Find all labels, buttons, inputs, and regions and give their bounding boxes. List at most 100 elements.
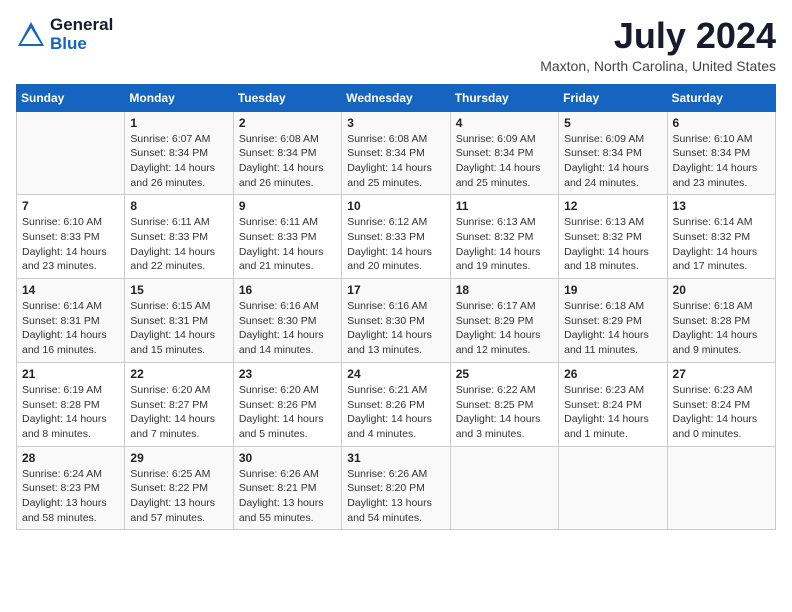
day-number: 30 — [239, 451, 336, 465]
day-info: Sunrise: 6:18 AM Sunset: 8:29 PM Dayligh… — [564, 299, 661, 358]
day-info: Sunrise: 6:23 AM Sunset: 8:24 PM Dayligh… — [564, 383, 661, 442]
calendar-cell: 29 Sunrise: 6:25 AM Sunset: 8:22 PM Dayli… — [125, 446, 233, 530]
day-number: 17 — [347, 283, 444, 297]
day-number: 10 — [347, 199, 444, 213]
calendar-cell: 12 Sunrise: 6:13 AM Sunset: 8:32 PM Dayli… — [559, 195, 667, 279]
day-number: 12 — [564, 199, 661, 213]
day-number: 28 — [22, 451, 119, 465]
calendar-cell: 23 Sunrise: 6:20 AM Sunset: 8:26 PM Dayli… — [233, 362, 341, 446]
day-info: Sunrise: 6:16 AM Sunset: 8:30 PM Dayligh… — [347, 299, 444, 358]
calendar-cell: 25 Sunrise: 6:22 AM Sunset: 8:25 PM Dayli… — [450, 362, 558, 446]
day-info: Sunrise: 6:26 AM Sunset: 8:20 PM Dayligh… — [347, 467, 444, 526]
calendar-cell: 22 Sunrise: 6:20 AM Sunset: 8:27 PM Dayli… — [125, 362, 233, 446]
calendar-cell: 26 Sunrise: 6:23 AM Sunset: 8:24 PM Dayli… — [559, 362, 667, 446]
day-number: 20 — [673, 283, 770, 297]
day-info: Sunrise: 6:16 AM Sunset: 8:30 PM Dayligh… — [239, 299, 336, 358]
logo: General Blue — [16, 16, 113, 53]
day-number: 13 — [673, 199, 770, 213]
day-number: 31 — [347, 451, 444, 465]
day-info: Sunrise: 6:24 AM Sunset: 8:23 PM Dayligh… — [22, 467, 119, 526]
calendar-cell: 31 Sunrise: 6:26 AM Sunset: 8:20 PM Dayli… — [342, 446, 450, 530]
day-number: 19 — [564, 283, 661, 297]
month-year-title: July 2024 — [540, 16, 776, 56]
day-info: Sunrise: 6:13 AM Sunset: 8:32 PM Dayligh… — [456, 215, 553, 274]
calendar-cell: 7 Sunrise: 6:10 AM Sunset: 8:33 PM Daylig… — [17, 195, 125, 279]
day-info: Sunrise: 6:20 AM Sunset: 8:26 PM Dayligh… — [239, 383, 336, 442]
day-number: 8 — [130, 199, 227, 213]
calendar-cell: 30Sunrise: 6:26 AM Sunset: 8:21 PM Dayli… — [233, 446, 341, 530]
calendar-week-row: 7 Sunrise: 6:10 AM Sunset: 8:33 PM Daylig… — [17, 195, 776, 279]
calendar-week-row: 1Sunrise: 6:07 AM Sunset: 8:34 PM Daylig… — [17, 111, 776, 195]
calendar-cell: 19 Sunrise: 6:18 AM Sunset: 8:29 PM Dayli… — [559, 279, 667, 363]
day-info: Sunrise: 6:10 AM Sunset: 8:34 PM Dayligh… — [673, 132, 770, 191]
calendar-cell: 8Sunrise: 6:11 AM Sunset: 8:33 PM Daylig… — [125, 195, 233, 279]
day-info: Sunrise: 6:19 AM Sunset: 8:28 PM Dayligh… — [22, 383, 119, 442]
calendar-cell: 4Sunrise: 6:09 AM Sunset: 8:34 PM Daylig… — [450, 111, 558, 195]
day-info: Sunrise: 6:09 AM Sunset: 8:34 PM Dayligh… — [564, 132, 661, 191]
calendar-cell: 20 Sunrise: 6:18 AM Sunset: 8:28 PM Dayli… — [667, 279, 775, 363]
logo-icon — [16, 20, 46, 50]
calendar-cell: 3Sunrise: 6:08 AM Sunset: 8:34 PM Daylig… — [342, 111, 450, 195]
day-info: Sunrise: 6:21 AM Sunset: 8:26 PM Dayligh… — [347, 383, 444, 442]
day-number: 1 — [130, 116, 227, 130]
day-info: Sunrise: 6:25 AM Sunset: 8:22 PM Dayligh… — [130, 467, 227, 526]
day-number: 2 — [239, 116, 336, 130]
calendar-cell — [667, 446, 775, 530]
calendar-week-row: 21 Sunrise: 6:19 AM Sunset: 8:28 PM Dayli… — [17, 362, 776, 446]
calendar-cell: 24 Sunrise: 6:21 AM Sunset: 8:26 PM Dayli… — [342, 362, 450, 446]
day-number: 21 — [22, 367, 119, 381]
calendar-cell: 17 Sunrise: 6:16 AM Sunset: 8:30 PM Dayli… — [342, 279, 450, 363]
day-number: 29 — [130, 451, 227, 465]
day-info: Sunrise: 6:10 AM Sunset: 8:33 PM Dayligh… — [22, 215, 119, 274]
day-number: 6 — [673, 116, 770, 130]
day-number: 14 — [22, 283, 119, 297]
day-number: 18 — [456, 283, 553, 297]
calendar-cell: 13 Sunrise: 6:14 AM Sunset: 8:32 PM Dayli… — [667, 195, 775, 279]
calendar-day-header: Thursday — [450, 84, 558, 111]
calendar-day-header: Monday — [125, 84, 233, 111]
day-number: 26 — [564, 367, 661, 381]
day-number: 3 — [347, 116, 444, 130]
day-info: Sunrise: 6:08 AM Sunset: 8:34 PM Dayligh… — [239, 132, 336, 191]
location-subtitle: Maxton, North Carolina, United States — [540, 58, 776, 74]
day-number: 7 — [22, 199, 119, 213]
day-info: Sunrise: 6:17 AM Sunset: 8:29 PM Dayligh… — [456, 299, 553, 358]
calendar-day-header: Saturday — [667, 84, 775, 111]
day-number: 5 — [564, 116, 661, 130]
calendar-cell: 10Sunrise: 6:12 AM Sunset: 8:33 PM Dayli… — [342, 195, 450, 279]
calendar-cell — [17, 111, 125, 195]
calendar-cell: 28 Sunrise: 6:24 AM Sunset: 8:23 PM Dayli… — [17, 446, 125, 530]
title-area: July 2024 Maxton, North Carolina, United… — [540, 16, 776, 74]
calendar-cell — [559, 446, 667, 530]
calendar-cell — [450, 446, 558, 530]
header: General Blue July 2024 Maxton, North Car… — [16, 16, 776, 74]
day-info: Sunrise: 6:11 AM Sunset: 8:33 PM Dayligh… — [239, 215, 336, 274]
day-number: 27 — [673, 367, 770, 381]
day-number: 22 — [130, 367, 227, 381]
day-number: 23 — [239, 367, 336, 381]
day-info: Sunrise: 6:22 AM Sunset: 8:25 PM Dayligh… — [456, 383, 553, 442]
day-number: 25 — [456, 367, 553, 381]
calendar-cell: 14Sunrise: 6:14 AM Sunset: 8:31 PM Dayli… — [17, 279, 125, 363]
logo-general-text: General — [50, 16, 113, 35]
calendar-cell: 16 Sunrise: 6:16 AM Sunset: 8:30 PM Dayli… — [233, 279, 341, 363]
calendar-cell: 9Sunrise: 6:11 AM Sunset: 8:33 PM Daylig… — [233, 195, 341, 279]
calendar-cell: 11 Sunrise: 6:13 AM Sunset: 8:32 PM Dayli… — [450, 195, 558, 279]
calendar-header: SundayMondayTuesdayWednesdayThursdayFrid… — [17, 84, 776, 111]
calendar-body: 1Sunrise: 6:07 AM Sunset: 8:34 PM Daylig… — [17, 111, 776, 530]
day-info: Sunrise: 6:18 AM Sunset: 8:28 PM Dayligh… — [673, 299, 770, 358]
calendar-cell: 18 Sunrise: 6:17 AM Sunset: 8:29 PM Dayli… — [450, 279, 558, 363]
day-info: Sunrise: 6:14 AM Sunset: 8:32 PM Dayligh… — [673, 215, 770, 274]
day-number: 15 — [130, 283, 227, 297]
calendar-cell: 6 Sunrise: 6:10 AM Sunset: 8:34 PM Daylig… — [667, 111, 775, 195]
day-info: Sunrise: 6:13 AM Sunset: 8:32 PM Dayligh… — [564, 215, 661, 274]
day-number: 24 — [347, 367, 444, 381]
day-info: Sunrise: 6:20 AM Sunset: 8:27 PM Dayligh… — [130, 383, 227, 442]
calendar-day-header: Friday — [559, 84, 667, 111]
calendar-cell: 21 Sunrise: 6:19 AM Sunset: 8:28 PM Dayli… — [17, 362, 125, 446]
calendar-cell: 27Sunrise: 6:23 AM Sunset: 8:24 PM Dayli… — [667, 362, 775, 446]
calendar-cell: 15Sunrise: 6:15 AM Sunset: 8:31 PM Dayli… — [125, 279, 233, 363]
day-number: 16 — [239, 283, 336, 297]
calendar-cell: 5 Sunrise: 6:09 AM Sunset: 8:34 PM Daylig… — [559, 111, 667, 195]
day-number: 11 — [456, 199, 553, 213]
